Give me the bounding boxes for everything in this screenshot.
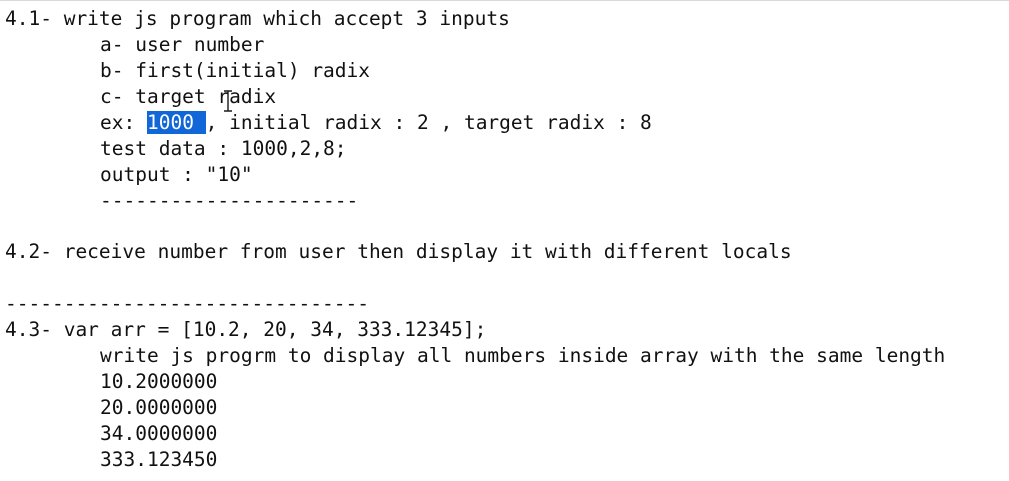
input-b-line: b- first(initial) radix (100, 59, 371, 82)
exercise-4-1-heading: 4.1- write js program which accept 3 inp… (5, 7, 510, 30)
example-prefix: ex: (100, 111, 147, 134)
example-line: ex: 1000 , initial radix : 2 , target ra… (100, 110, 652, 136)
separator-line: ------------------------------- (5, 292, 369, 315)
separator-line: ---------------------- (100, 189, 359, 212)
text-editor[interactable]: 4.1- write js program which accept 3 inp… (0, 0, 1009, 481)
input-a-line: a- user number (100, 33, 265, 56)
selected-text[interactable]: 1000 (146, 111, 206, 134)
test-data-line: test data : 1000,2,8; (100, 137, 347, 160)
example-value: 333.123450 (100, 448, 218, 471)
output-line: output : "10" (100, 163, 253, 186)
exercise-4-3-description: write js progrm to display all numbers i… (100, 344, 946, 367)
example-value: 10.2000000 (100, 370, 218, 393)
example-suffix: , initial radix : 2 , target radix : 8 (205, 111, 652, 134)
input-c-line: c- target radix (100, 85, 277, 108)
text-cursor-icon (224, 90, 232, 112)
exercise-4-2-heading: 4.2- receive number from user then displ… (5, 240, 792, 263)
example-value: 34.0000000 (100, 422, 218, 445)
example-value: 20.0000000 (100, 396, 218, 419)
exercise-4-3-heading: 4.3- var arr = [10.2, 20, 34, 333.12345]… (5, 318, 487, 341)
